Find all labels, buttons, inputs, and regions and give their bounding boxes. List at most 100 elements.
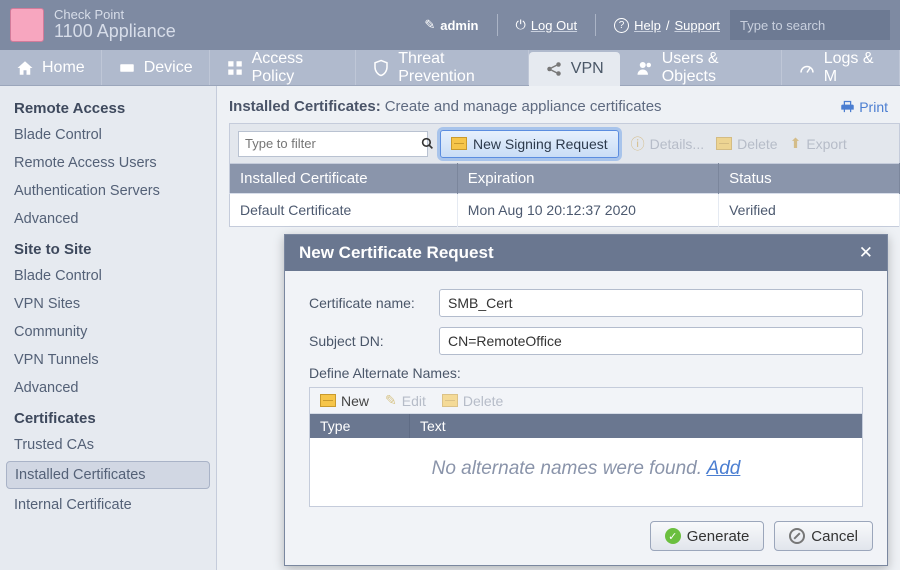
sidebar-item-blade-control-s2s[interactable]: Blade Control [0, 262, 216, 290]
sidebar-group-remote-access: Remote Access [0, 92, 216, 121]
cell-status: Verified [719, 194, 900, 227]
filter-box[interactable] [238, 131, 428, 157]
help-label: Help [634, 18, 661, 33]
tab-access[interactable]: Access Policy [210, 50, 357, 85]
sidebar-group-site-to-site: Site to Site [0, 233, 216, 262]
cancel-button[interactable]: Cancel [774, 521, 873, 551]
export-label: Export [806, 136, 846, 152]
close-icon[interactable]: ✕ [859, 243, 873, 263]
gauge-icon [798, 59, 816, 77]
tab-home-label: Home [42, 59, 85, 77]
vpn-icon [545, 60, 563, 78]
help-support[interactable]: ? Help/Support [614, 18, 720, 33]
alt-new-label: New [341, 393, 369, 409]
new-cert-request-modal: New Certificate Request ✕ Certificate na… [284, 234, 888, 566]
brand-line1: Check Point [54, 8, 176, 22]
sidebar-item-auth-servers[interactable]: Authentication Servers [0, 177, 216, 205]
new-icon [320, 394, 336, 407]
generate-button[interactable]: ✓ Generate [650, 521, 765, 551]
new-signing-request-label: New Signing Request [473, 136, 608, 152]
tab-threat[interactable]: Threat Prevention [356, 50, 529, 85]
cert-name-label: Certificate name: [309, 295, 439, 311]
main-tabs: Home Device Access Policy Threat Prevent… [0, 50, 900, 86]
alt-new-button[interactable]: New [320, 393, 369, 409]
table-header-cert[interactable]: Installed Certificate [230, 164, 458, 194]
subject-dn-label: Subject DN: [309, 333, 439, 349]
cell-cert-name: Default Certificate [230, 194, 458, 227]
delete-button: Delete [716, 136, 777, 152]
alt-names-label: Define Alternate Names: [309, 365, 863, 381]
grid-icon [226, 59, 244, 77]
details-label: Details... [650, 136, 704, 152]
empty-text: No alternate names were found. [432, 458, 707, 479]
alt-names-panel: New ✎ Edit Delete Type Text No alternate… [309, 387, 863, 507]
logout-link[interactable]: ⏻ Log Out [516, 17, 578, 33]
cancel-icon [789, 528, 805, 544]
printer-icon [840, 99, 855, 114]
alt-edit-button: ✎ Edit [385, 392, 426, 409]
filter-input[interactable] [245, 136, 421, 151]
export-button: ⬆ Export [790, 135, 847, 152]
sidebar-item-blade-control[interactable]: Blade Control [0, 121, 216, 149]
top-bar: Check Point 1100 Appliance ✎ admin ⏻ Log… [0, 0, 900, 50]
page-title: Installed Certificates: [229, 98, 381, 115]
help-icon: ? [614, 18, 629, 33]
modal-header: New Certificate Request ✕ [285, 235, 887, 271]
certificate-icon [451, 137, 467, 150]
certificates-table: Installed Certificate Expiration Status … [229, 163, 900, 227]
alt-names-toolbar: New ✎ Edit Delete [310, 388, 862, 414]
tab-logs-label: Logs & M [824, 50, 883, 86]
search-icon [421, 137, 434, 150]
sidebar-item-advanced-s2s[interactable]: Advanced [0, 374, 216, 402]
alt-header-type: Type [310, 414, 410, 438]
brand-logo-icon [10, 8, 44, 42]
table-header-expiration[interactable]: Expiration [457, 164, 718, 194]
export-icon: ⬆ [790, 135, 802, 152]
tab-users-label: Users & Objects [662, 50, 765, 86]
tab-home[interactable]: Home [0, 50, 102, 85]
check-icon: ✓ [665, 528, 681, 544]
tab-access-label: Access Policy [252, 50, 340, 86]
tab-vpn-label: VPN [571, 60, 604, 78]
edit-icon: ✎ [385, 392, 397, 409]
sidebar-item-community[interactable]: Community [0, 318, 216, 346]
top-search-input[interactable] [730, 10, 890, 40]
print-link[interactable]: Print [840, 99, 888, 115]
sidebar-item-advanced-ra[interactable]: Advanced [0, 205, 216, 233]
sidebar-item-vpn-tunnels[interactable]: VPN Tunnels [0, 346, 216, 374]
sidebar-item-installed-certificates[interactable]: Installed Certificates [6, 461, 210, 489]
alt-delete-button: Delete [442, 393, 503, 409]
brand-text: Check Point 1100 Appliance [54, 8, 176, 42]
add-alt-name-link[interactable]: Add [707, 458, 741, 479]
power-icon: ⏻ [516, 17, 526, 33]
subject-dn-input[interactable] [439, 327, 863, 355]
user-name: admin [440, 18, 478, 33]
delete-icon [716, 137, 732, 150]
content-toolbar: New Signing Request ⓘ Details... Delete … [229, 123, 900, 163]
alt-header-text: Text [410, 414, 862, 438]
device-icon [118, 59, 136, 77]
info-icon: ⓘ [631, 134, 645, 154]
tab-threat-label: Threat Prevention [398, 50, 512, 86]
generate-label: Generate [687, 528, 750, 545]
table-row[interactable]: Default Certificate Mon Aug 10 20:12:37 … [230, 194, 900, 227]
modal-title: New Certificate Request [299, 243, 494, 263]
tab-logs[interactable]: Logs & M [782, 50, 900, 85]
new-signing-request-button[interactable]: New Signing Request [440, 130, 619, 158]
sidebar-item-trusted-cas[interactable]: Trusted CAs [0, 431, 216, 459]
sidebar-item-remote-access-users[interactable]: Remote Access Users [0, 149, 216, 177]
alt-delete-icon [442, 394, 458, 407]
tab-users[interactable]: Users & Objects [620, 50, 782, 85]
tab-device[interactable]: Device [102, 50, 210, 85]
sidebar-item-vpn-sites[interactable]: VPN Sites [0, 290, 216, 318]
print-label: Print [859, 99, 888, 115]
tab-vpn[interactable]: VPN [529, 52, 620, 86]
table-header-status[interactable]: Status [719, 164, 900, 194]
sidebar-item-internal-certificate[interactable]: Internal Certificate [0, 491, 216, 519]
cert-name-input[interactable] [439, 289, 863, 317]
shield-icon [372, 59, 390, 77]
user-section: ✎ admin [424, 17, 478, 33]
alt-edit-label: Edit [402, 393, 426, 409]
sidebar-group-certificates: Certificates [0, 402, 216, 431]
pencil-icon: ✎ [424, 17, 435, 33]
